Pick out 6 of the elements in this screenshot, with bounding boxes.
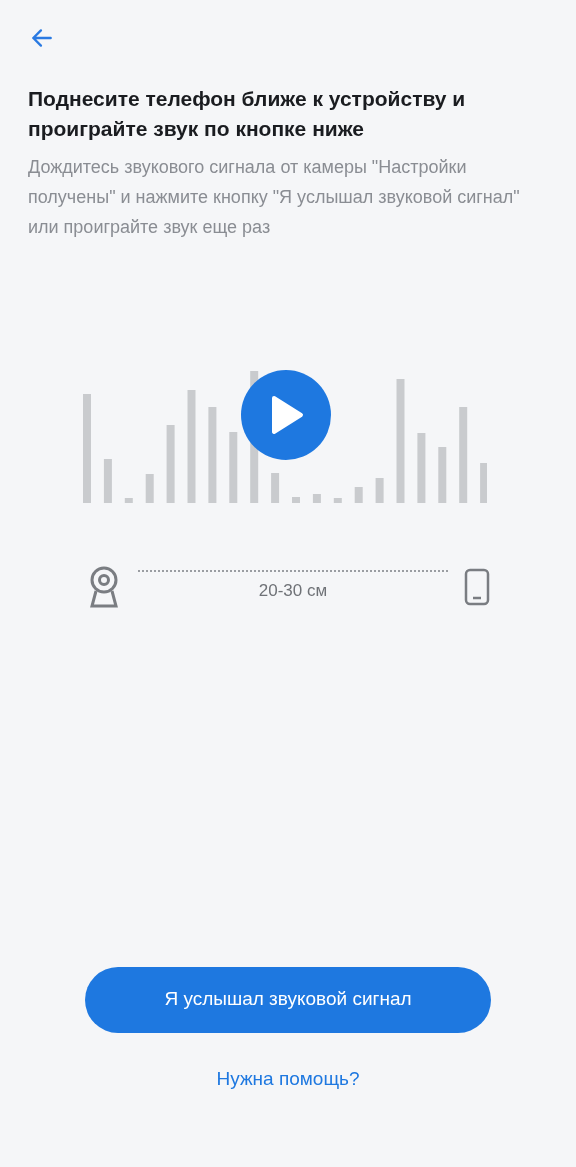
phone-icon	[464, 568, 490, 606]
distance-label: 20-30 см	[258, 580, 328, 603]
primary-button[interactable]: Я услышал звуковой сигнал	[85, 966, 491, 1033]
help-link[interactable]: Нужна помощь?	[216, 1064, 360, 1093]
instruction-text: Дождитесь звукового сигнала от камеры "Настройки получены" и нажмите кнопку "Я услышал звуковой сигнал" или проиграйте звук еще раз	[28, 156, 521, 239]
page-title: Поднесите телефон ближе к устройству и проиграйте звук по кнопке ниже	[28, 86, 467, 142]
